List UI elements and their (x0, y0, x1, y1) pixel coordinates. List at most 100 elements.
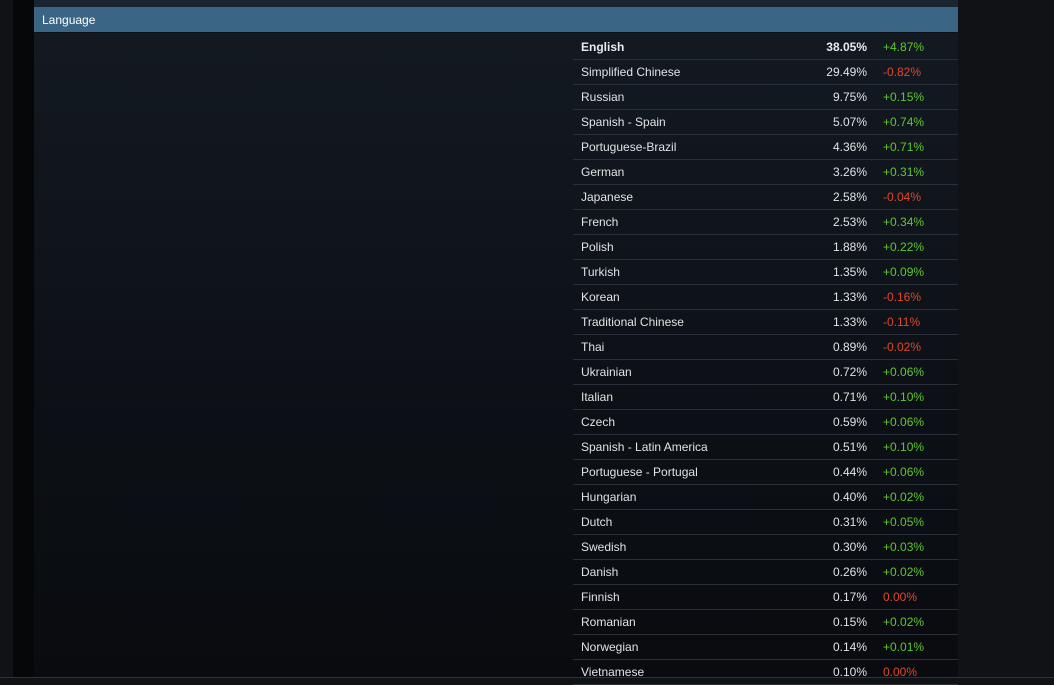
language-name: Russian (581, 90, 625, 104)
language-panel: Language English 38.05% +4.87% Simplified C… (34, 7, 958, 685)
table-row: Hungarian 0.40% +0.02% (573, 485, 958, 510)
language-share: 0.31% (832, 515, 867, 529)
table-row: Korean 1.33% -0.16% (573, 285, 958, 310)
language-share: 1.33% (832, 290, 867, 304)
language-share: 0.89% (832, 340, 867, 354)
language-change: +0.02% (883, 565, 925, 579)
page-column: Language English 38.05% +4.87% Simplified C… (13, 0, 958, 685)
language-name: Turkish (581, 265, 620, 279)
table-row: Ukrainian 0.72% +0.06% (573, 360, 958, 385)
language-share: 0.30% (832, 540, 867, 554)
table-row: Dutch 0.31% +0.05% (573, 510, 958, 535)
language-name: Danish (581, 565, 619, 579)
table-row: French 2.53% +0.34% (573, 210, 958, 235)
table-row: Portuguese - Portugal 0.44% +0.06% (573, 460, 958, 485)
language-name: English (581, 40, 625, 54)
language-change: +0.74% (883, 115, 925, 129)
table-row: Polish 1.88% +0.22% (573, 235, 958, 260)
language-share: 0.15% (832, 615, 867, 629)
language-name: French (581, 215, 619, 229)
language-name: Japanese (581, 190, 634, 204)
language-table: English 38.05% +4.87% Simplified Chinese 29.… (573, 35, 958, 685)
language-name: Korean (581, 290, 620, 304)
language-name: Thai (581, 340, 605, 354)
language-change: 0.00% (883, 665, 918, 679)
language-name: Swedish (581, 540, 627, 554)
language-change: +0.31% (883, 165, 925, 179)
language-share: 0.59% (832, 415, 867, 429)
table-row: Russian 9.75% +0.15% (573, 85, 958, 110)
table-row: Thai 0.89% -0.02% (573, 335, 958, 360)
language-share: 1.35% (832, 265, 867, 279)
language-name: Norwegian (581, 640, 639, 654)
language-share: 0.26% (832, 565, 867, 579)
top-strip (34, 0, 958, 7)
language-name: Polish (581, 240, 614, 254)
language-change: +0.10% (883, 390, 925, 404)
language-name: Dutch (581, 515, 613, 529)
language-name: Romanian (581, 615, 636, 629)
language-name: Portuguese - Portugal (581, 465, 698, 479)
table-row: Portuguese-Brazil 4.36% +0.71% (573, 135, 958, 160)
table-row: Traditional Chinese 1.33% -0.11% (573, 310, 958, 335)
section-header-language: Language (34, 7, 958, 33)
language-change: +0.03% (883, 540, 925, 554)
language-name: Spanish - Spain (581, 115, 666, 129)
language-share: 0.44% (832, 465, 867, 479)
language-share: 0.51% (832, 440, 867, 454)
language-share: 3.26% (832, 165, 867, 179)
language-change: +0.15% (883, 90, 925, 104)
language-change: +0.02% (883, 490, 925, 504)
language-change: -0.16% (883, 290, 922, 304)
table-row: Czech 0.59% +0.06% (573, 410, 958, 435)
language-name: Portuguese-Brazil (581, 140, 677, 154)
language-change: +0.34% (883, 215, 925, 229)
table-row: Turkish 1.35% +0.09% (573, 260, 958, 285)
language-change: +0.01% (883, 640, 925, 654)
language-share: 2.53% (832, 215, 867, 229)
language-share: 0.40% (832, 490, 867, 504)
language-name: Vietnamese (581, 665, 645, 679)
table-row: Romanian 0.15% +0.02% (573, 610, 958, 635)
table-row: Japanese 2.58% -0.04% (573, 185, 958, 210)
language-change: +4.87% (883, 40, 925, 54)
language-share: 29.49% (826, 65, 867, 79)
language-change: +0.71% (883, 140, 925, 154)
language-share: 0.10% (832, 665, 867, 679)
table-row: Danish 0.26% +0.02% (573, 560, 958, 585)
language-share: 9.75% (832, 90, 867, 104)
language-share: 1.33% (832, 315, 867, 329)
language-name: Spanish - Latin America (581, 440, 708, 454)
table-row: Italian 0.71% +0.10% (573, 385, 958, 410)
language-name: Hungarian (581, 490, 637, 504)
table-row: German 3.26% +0.31% (573, 160, 958, 185)
language-share: 0.72% (832, 365, 867, 379)
language-name: Czech (581, 415, 616, 429)
table-row: Swedish 0.30% +0.03% (573, 535, 958, 560)
language-change: +0.05% (883, 515, 925, 529)
language-change: +0.02% (883, 615, 925, 629)
table-row: Simplified Chinese 29.49% -0.82% (573, 60, 958, 85)
table-row: English 38.05% +4.87% (573, 35, 958, 60)
language-share: 4.36% (832, 140, 867, 154)
language-change: +0.06% (883, 465, 925, 479)
language-change: +0.10% (883, 440, 925, 454)
language-change: +0.06% (883, 365, 925, 379)
table-row: Norwegian 0.14% +0.01% (573, 635, 958, 660)
table-row: Vietnamese 0.10% 0.00% (573, 660, 958, 685)
language-change: +0.06% (883, 415, 925, 429)
language-name: Italian (581, 390, 614, 404)
language-change: 0.00% (883, 590, 918, 604)
language-change: -0.04% (883, 190, 922, 204)
language-share: 0.14% (832, 640, 867, 654)
language-share: 5.07% (832, 115, 867, 129)
table-row: Spanish - Spain 5.07% +0.74% (573, 110, 958, 135)
language-name: Simplified Chinese (581, 65, 681, 79)
language-change: -0.82% (883, 65, 922, 79)
language-share: 38.05% (826, 40, 867, 54)
language-change: -0.11% (883, 315, 921, 329)
table-row: Spanish - Latin America 0.51% +0.10% (573, 435, 958, 460)
language-share: 1.88% (832, 240, 867, 254)
language-name: Finnish (581, 590, 620, 604)
language-change: +0.09% (883, 265, 925, 279)
